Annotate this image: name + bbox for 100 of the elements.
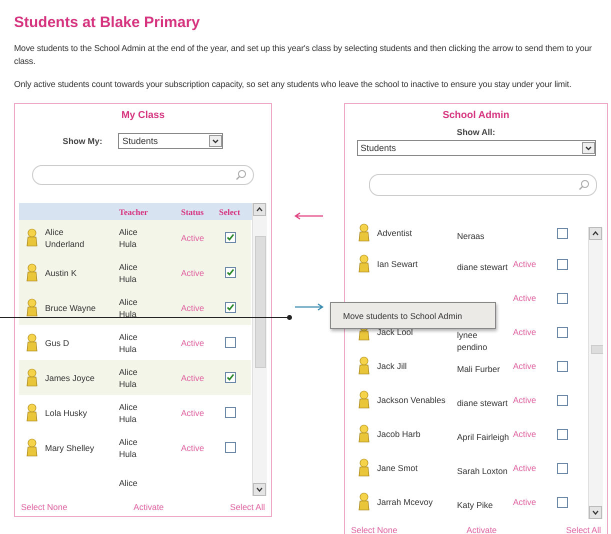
status-link[interactable]: Active (181, 442, 204, 452)
show-dropdown[interactable]: Students (118, 133, 224, 149)
action-link[interactable]: Select None (351, 525, 398, 534)
status-link[interactable]: Active (513, 395, 536, 405)
action-link[interactable]: Select All (566, 525, 601, 534)
select-checkbox[interactable] (225, 442, 236, 453)
status-link[interactable]: Active (181, 232, 204, 242)
teacher-name: Alice (119, 478, 138, 488)
status-link[interactable]: Active (513, 361, 536, 371)
student-row[interactable]: Alice (19, 465, 251, 496)
student-name: Bruce Wayne (45, 302, 96, 312)
student-row[interactable]: Ian Sewart diane stewart Active (351, 247, 587, 281)
panel-title: School Admin (442, 110, 510, 121)
action-link[interactable]: Select All (230, 502, 265, 512)
intro-paragraph: Move students to the School Admin at the end of the year, and set up this year's class by selecting students and then clicking the arrow to send them to your class. (14, 42, 593, 68)
student-name: Jack Lool (377, 327, 413, 337)
search-field[interactable] (369, 174, 597, 196)
column-header: Status (181, 206, 205, 216)
student-avatar-icon (357, 458, 371, 478)
student-name: Austin K (45, 268, 77, 278)
column-header: Select (219, 206, 242, 216)
status-link[interactable]: Active (513, 259, 536, 269)
select-checkbox[interactable] (557, 228, 568, 238)
status-link[interactable]: Active (181, 302, 204, 312)
scrollbar[interactable] (588, 227, 603, 519)
select-checkbox[interactable] (557, 360, 568, 372)
student-avatar-icon (25, 402, 39, 422)
scroll-down-button[interactable] (253, 483, 266, 496)
student-avatar-icon (357, 254, 371, 274)
left-arrow-icon[interactable] (294, 212, 324, 220)
select-checkbox[interactable] (557, 428, 568, 440)
teacher-name: Alice Hula (119, 262, 138, 284)
select-checkbox[interactable] (557, 292, 568, 304)
student-row[interactable]: Lola Husky Alice Hula Active (19, 395, 251, 430)
student-avatar-icon (357, 356, 371, 376)
teacher-name: diane stewart (457, 262, 508, 272)
student-row[interactable]: Gus D Alice Hula Active (19, 325, 251, 360)
right-arrow-icon[interactable] (294, 303, 324, 311)
teacher-name: diane stewart (457, 398, 508, 408)
scroll-down-button[interactable] (589, 506, 602, 519)
student-avatar-icon (357, 223, 371, 243)
teacher-name: Alice Hula (119, 332, 138, 354)
student-row[interactable]: Alice Underland Alice Hula Active (19, 220, 251, 255)
student-row[interactable]: Austin K Alice Hula Active (19, 255, 251, 290)
action-link[interactable]: Select None (21, 502, 68, 512)
student-name: Mary Shelley (45, 442, 94, 452)
student-row[interactable]: Mary Shelley Alice Hula Active (19, 430, 251, 465)
select-checkbox[interactable] (557, 258, 568, 270)
student-row[interactable]: Jacob Harb April Fairleigh Active (351, 417, 587, 451)
student-name: Jackson Venables (377, 395, 446, 405)
intro-paragraph: Only active students count towards your subscription capacity, so set any students who leave the school to inactive to ensure you stay under your limit. (14, 78, 572, 91)
status-link[interactable]: Active (513, 497, 536, 507)
student-row[interactable]: James Joyce Alice Hula Active (19, 360, 251, 395)
student-name: Jane Smot (377, 463, 418, 473)
scroll-thumb[interactable] (255, 236, 266, 368)
student-row[interactable]: Jackson Venables diane stewart Active (351, 383, 587, 417)
student-row[interactable]: Adventist Neraas (351, 219, 587, 247)
student-row[interactable]: Jarrah Mcevoy Katy Pike Active (351, 485, 587, 519)
select-checkbox[interactable] (225, 267, 236, 278)
status-link[interactable]: Active (181, 268, 204, 278)
scroll-up-button[interactable] (589, 227, 602, 240)
student-avatar-icon (25, 438, 39, 458)
status-link[interactable]: Active (181, 408, 204, 418)
status-link[interactable]: Active (181, 338, 204, 348)
select-checkbox[interactable] (557, 326, 568, 338)
status-link[interactable]: Active (513, 429, 536, 439)
scroll-thumb[interactable] (591, 345, 603, 354)
action-link[interactable]: Activate (466, 525, 497, 534)
teacher-name: Alice Hula (119, 436, 138, 458)
teacher-name: Mali Furber (457, 364, 500, 374)
status-link[interactable]: Active (513, 327, 536, 337)
teacher-name: Katy Pike (457, 500, 493, 510)
select-checkbox[interactable] (225, 232, 236, 243)
status-link[interactable]: Active (513, 293, 536, 303)
student-avatar-icon (25, 368, 39, 388)
show-dropdown[interactable]: Students (356, 140, 596, 156)
search-field[interactable] (32, 165, 254, 185)
panel-title: My Class (120, 110, 166, 121)
select-checkbox[interactable] (557, 496, 568, 508)
show-label: Show All: (456, 127, 496, 137)
status-link[interactable]: Active (513, 463, 536, 473)
select-checkbox[interactable] (557, 462, 568, 474)
select-checkbox[interactable] (225, 407, 236, 418)
select-checkbox[interactable] (225, 337, 236, 348)
scrollbar[interactable] (252, 203, 267, 496)
show-label: Show My: (62, 136, 102, 146)
student-avatar-icon (25, 262, 39, 282)
student-row[interactable]: Bruce Wayne Alice Hula Active (19, 290, 251, 325)
select-checkbox[interactable] (557, 394, 568, 406)
status-link[interactable]: Active (181, 372, 204, 382)
select-checkbox[interactable] (225, 302, 236, 313)
student-name: James Joyce (45, 372, 95, 382)
student-name: Jarrah Mcevoy (377, 497, 433, 507)
student-row[interactable]: Jane Smot Sarah Loxton Active (351, 451, 587, 485)
scroll-up-button[interactable] (253, 203, 266, 216)
search-icon (578, 179, 590, 191)
teacher-name: Alice Hula (119, 226, 138, 248)
student-name: Jack Jill (377, 361, 407, 371)
select-checkbox[interactable] (225, 372, 236, 383)
action-link[interactable]: Activate (134, 502, 164, 512)
